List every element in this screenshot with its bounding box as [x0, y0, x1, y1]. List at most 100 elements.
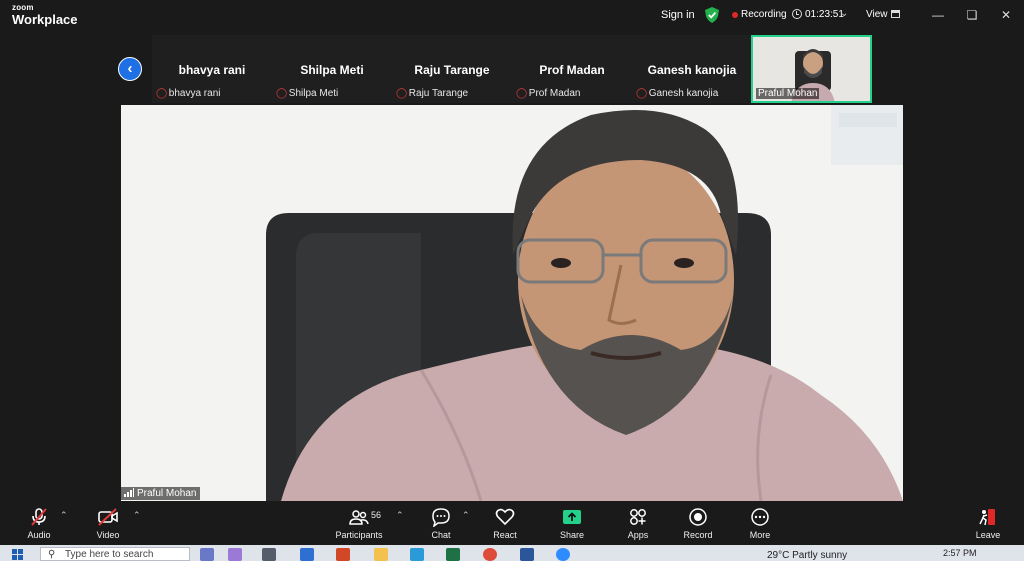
record-icon — [689, 508, 707, 526]
zoom-app-icon[interactable] — [556, 548, 570, 561]
main-speaker-label: Praful Mohan — [121, 487, 201, 500]
chat-options-caret[interactable]: ⌃ — [462, 510, 470, 521]
shield-check-icon[interactable] — [705, 7, 719, 23]
windows-start-icon[interactable] — [12, 549, 23, 560]
video-off-icon — [98, 508, 118, 526]
title-bar: zoom Workplace Sign in Recording 01:23:5… — [0, 0, 1024, 30]
participant-name: Ganesh kanojia — [647, 63, 737, 77]
taskbar-app-icon[interactable] — [228, 548, 242, 561]
participant-tile[interactable]: Shilpa Meti ◯ Shilpa Meti — [272, 35, 392, 103]
participants-icon — [349, 510, 369, 525]
participants-options-caret[interactable]: ⌃ — [396, 510, 404, 521]
video-button[interactable]: Video — [76, 505, 140, 543]
active-speaker-tile[interactable]: Praful Mohan — [751, 35, 872, 103]
signal-bars-icon — [124, 488, 134, 497]
participant-footer: ◯ Prof Madan — [516, 88, 580, 99]
weather-widget[interactable]: 29°C Partly sunny — [767, 550, 847, 561]
taskbar-search-placeholder: Type here to search — [65, 549, 154, 560]
apps-label: Apps — [627, 530, 649, 540]
close-icon[interactable]: ✕ — [996, 5, 1016, 25]
participant-count: 56 — [371, 510, 382, 520]
logo-line2: Workplace — [12, 12, 78, 27]
participant-footer: ◯ bhavya rani — [156, 88, 220, 99]
leave-button[interactable]: Leave — [956, 505, 1020, 543]
share-screen-icon — [563, 510, 581, 524]
edge-icon[interactable] — [410, 548, 424, 561]
more-icon — [751, 508, 769, 526]
participants-button[interactable]: Participants — [327, 505, 391, 543]
main-video[interactable] — [121, 105, 903, 501]
record-button[interactable]: Record — [666, 505, 730, 543]
react-button[interactable]: React — [473, 505, 537, 543]
file-explorer-icon[interactable] — [374, 548, 388, 561]
share-button[interactable]: Share — [540, 505, 604, 543]
participant-label: Shilpa Meti — [288, 88, 339, 99]
chevron-down-icon[interactable]: ⌄ — [840, 8, 848, 19]
excel-icon[interactable] — [446, 548, 460, 561]
apps-button[interactable]: Apps — [606, 505, 670, 543]
share-label: Share — [559, 530, 585, 540]
zoom-logo: zoom Workplace — [12, 3, 78, 27]
participant-label: Raju Tarange — [408, 88, 469, 99]
chat-icon — [432, 508, 450, 527]
heart-icon — [495, 508, 515, 526]
main-speaker-name: Praful Mohan — [137, 488, 197, 499]
taskbar-app-icon[interactable] — [200, 548, 214, 561]
view-button[interactable]: View — [866, 9, 888, 20]
participants-label: Participants — [335, 530, 383, 540]
recording-dot-icon — [732, 12, 738, 18]
record-label: Record — [683, 530, 713, 540]
participant-label: Prof Madan — [528, 88, 581, 99]
leave-door-icon — [979, 509, 995, 526]
more-button[interactable]: More — [728, 505, 792, 543]
participant-tile[interactable]: Prof Madan ◯ Prof Madan — [512, 35, 632, 103]
speaker-video-frame — [121, 105, 903, 501]
task-view-icon[interactable] — [262, 548, 276, 561]
audio-label: Audio — [27, 530, 51, 540]
word-icon[interactable] — [520, 548, 534, 561]
participant-name: bhavya rani — [178, 63, 246, 77]
view-grid-icon[interactable] — [891, 10, 900, 18]
participant-label: bhavya rani — [168, 88, 221, 99]
mic-muted-icon: ◯ — [516, 88, 528, 99]
participant-name: Raju Tarange — [414, 63, 490, 77]
store-icon[interactable] — [300, 548, 314, 561]
participant-tile[interactable]: bhavya rani ◯ bhavya rani — [152, 35, 272, 103]
logo-line1: zoom — [12, 3, 34, 12]
taskbar-clock[interactable]: 2:57 PM — [943, 548, 977, 558]
chevron-left-icon[interactable]: ‹ — [118, 57, 142, 81]
video-label: Video — [96, 530, 120, 540]
taskbar-search-input[interactable]: ⚲ Type here to search — [40, 547, 190, 561]
mic-muted-icon: ◯ — [396, 88, 408, 99]
windows-taskbar: ⚲ Type here to search 29°C Partly sunny … — [0, 545, 1024, 561]
clock-icon — [792, 9, 802, 19]
powerpoint-icon[interactable] — [336, 548, 350, 561]
restore-icon[interactable]: ❏ — [962, 5, 982, 25]
recording-label[interactable]: Recording — [741, 9, 787, 20]
video-options-caret[interactable]: ⌃ — [133, 510, 141, 521]
search-icon: ⚲ — [48, 549, 56, 560]
self-tile-label: Praful Mohan — [756, 88, 820, 99]
mic-muted-icon: ◯ — [636, 88, 648, 99]
participant-footer: ◯ Raju Tarange — [396, 88, 468, 99]
participant-label: Ganesh kanojia — [648, 88, 719, 99]
apps-icon — [630, 509, 646, 525]
audio-options-caret[interactable]: ⌃ — [60, 510, 68, 521]
more-label: More — [749, 530, 771, 540]
participant-name: Shilpa Meti — [300, 63, 364, 77]
leave-label: Leave — [975, 530, 1001, 540]
sign-in-link[interactable]: Sign in — [661, 9, 695, 21]
chrome-icon[interactable] — [483, 548, 497, 561]
mic-muted-icon: ◯ — [156, 88, 168, 99]
participant-footer: ◯ Ganesh kanojia — [636, 88, 718, 99]
mic-muted-icon: ◯ — [276, 88, 288, 99]
participant-footer: ◯ Shilpa Meti — [276, 88, 338, 99]
mic-muted-icon — [31, 508, 47, 526]
react-label: React — [493, 530, 517, 540]
participant-tile[interactable]: Raju Tarange ◯ Raju Tarange — [392, 35, 512, 103]
meeting-timer: 01:23:51 — [805, 9, 844, 20]
participant-tile[interactable]: Ganesh kanojia ◯ Ganesh kanojia — [632, 35, 752, 103]
minimize-icon[interactable]: — — [928, 5, 948, 25]
chat-label: Chat — [431, 530, 451, 540]
participant-name: Prof Madan — [539, 63, 605, 77]
